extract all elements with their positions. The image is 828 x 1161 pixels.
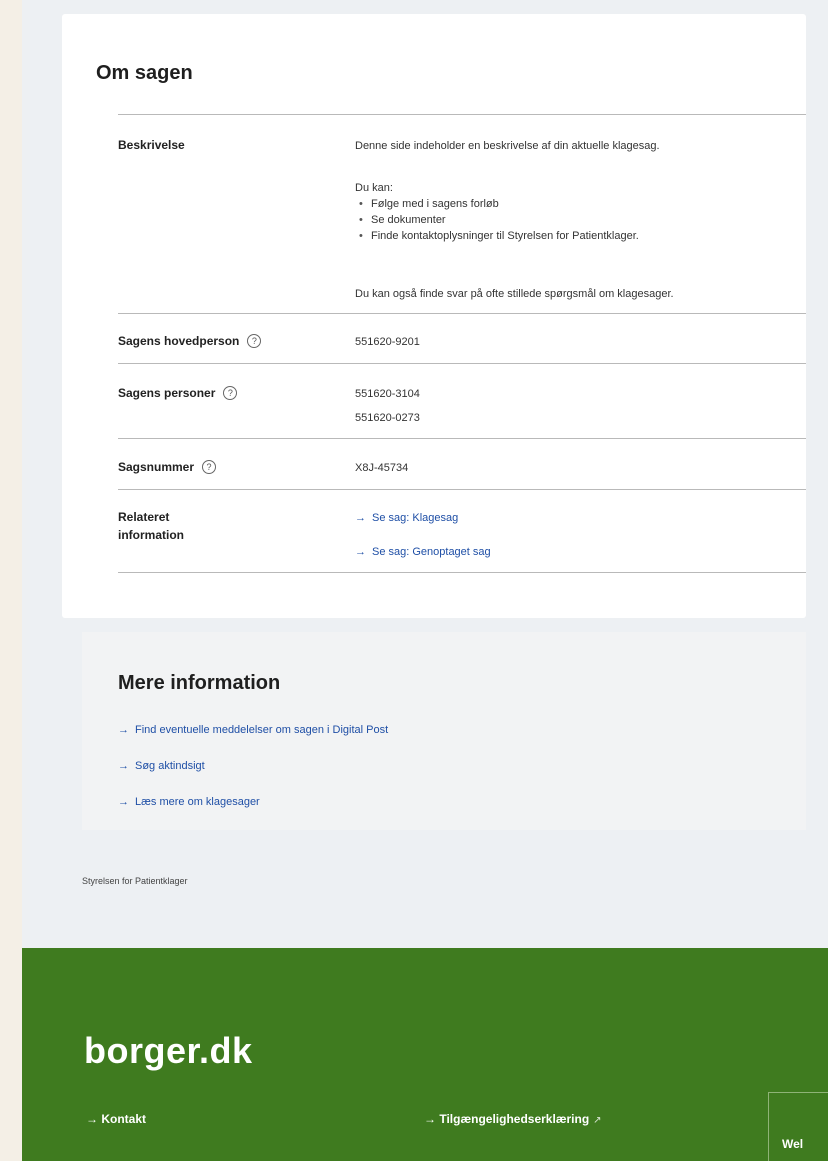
more-link-aktindsigt[interactable]: → Søg aktindsigt bbox=[118, 760, 205, 772]
case-number-label: Sagsnummer? bbox=[118, 458, 217, 476]
divider bbox=[118, 438, 806, 439]
main-person-value: 551620-9201 bbox=[355, 336, 420, 348]
footer-link-accessibility[interactable]: → Tilgængelighedserklæring ↗ bbox=[424, 1112, 602, 1126]
description-outro: Du kan også finde svar på ofte stillede … bbox=[355, 288, 674, 300]
help-icon[interactable]: ? bbox=[223, 386, 238, 400]
list-item: Finde kontaktoplysninger til Styrelsen f… bbox=[355, 228, 639, 244]
arrow-right-icon: → bbox=[86, 1112, 98, 1126]
more-link-text: Find eventuelle meddelelser om sagen i D… bbox=[135, 724, 389, 736]
more-link-digital-post[interactable]: → Find eventuelle meddelelser om sagen i … bbox=[118, 724, 388, 736]
persons-label: Sagens personer? bbox=[118, 384, 238, 402]
case-title: Om sagen bbox=[96, 62, 193, 84]
authority-note: Styrelsen for Patientklager bbox=[82, 876, 188, 886]
description-label: Beskrivelse bbox=[118, 138, 185, 152]
arrow-right-icon: → bbox=[118, 796, 129, 808]
footer-link-text: Tilgængelighedserklæring bbox=[439, 1112, 590, 1126]
related-label-line-2: information bbox=[118, 528, 184, 542]
list-item: Følge med i sagens forløb bbox=[355, 196, 639, 212]
arrow-right-icon: → bbox=[355, 546, 366, 558]
more-link-text: Søg aktindsigt bbox=[135, 760, 205, 772]
case-number-label-text: Sagsnummer bbox=[118, 460, 195, 474]
arrow-right-icon: → bbox=[118, 760, 129, 772]
arrow-right-icon: → bbox=[355, 512, 366, 524]
description-intro: Denne side indeholder en beskrivelse af … bbox=[355, 140, 660, 152]
divider bbox=[118, 313, 806, 314]
related-label-line-1: Relateret bbox=[118, 510, 170, 524]
persons-value-2: 551620-0273 bbox=[355, 412, 420, 424]
more-link-text: Læs mere om klagesager bbox=[135, 796, 260, 808]
description-you-can: Du kan: bbox=[355, 182, 393, 194]
persons-value-1: 551620-3104 bbox=[355, 388, 420, 400]
borger-logo[interactable]: borger.dk bbox=[84, 1030, 253, 1072]
footer-link-text: Kontakt bbox=[101, 1112, 147, 1126]
related-link-klagesag[interactable]: → Se sag: Klagesag bbox=[355, 510, 458, 526]
divider bbox=[118, 489, 806, 490]
main-person-label-text: Sagens hovedperson bbox=[118, 334, 240, 348]
list-item: Se dokumenter bbox=[355, 212, 639, 228]
related-link-text: Se sag: Genoptaget sag bbox=[372, 546, 491, 558]
footer-link-kontakt[interactable]: → Kontakt bbox=[86, 1112, 146, 1126]
footer-side-box-text: Wel bbox=[782, 1137, 804, 1151]
related-link-genoptaget[interactable]: → Se sag: Genoptaget sag bbox=[355, 544, 491, 560]
divider bbox=[118, 572, 806, 573]
related-link-text: Se sag: Klagesag bbox=[372, 512, 459, 524]
divider bbox=[118, 114, 806, 115]
help-icon[interactable]: ? bbox=[202, 460, 217, 474]
divider bbox=[118, 363, 806, 364]
case-number-value: X8J-45734 bbox=[355, 462, 409, 474]
related-label: Relateret information bbox=[118, 508, 184, 544]
more-info-title: Mere information bbox=[118, 672, 281, 694]
arrow-right-icon: → bbox=[424, 1112, 436, 1126]
external-link-icon: ↗ bbox=[593, 1115, 602, 1126]
description-bullets: Følge med i sagens forløb Se dokumenter … bbox=[355, 196, 639, 244]
help-icon[interactable]: ? bbox=[247, 334, 262, 348]
arrow-right-icon: → bbox=[118, 724, 129, 736]
more-link-klagesager[interactable]: → Læs mere om klagesager bbox=[118, 796, 260, 808]
persons-label-text: Sagens personer bbox=[118, 386, 216, 400]
main-person-label: Sagens hovedperson? bbox=[118, 332, 262, 350]
